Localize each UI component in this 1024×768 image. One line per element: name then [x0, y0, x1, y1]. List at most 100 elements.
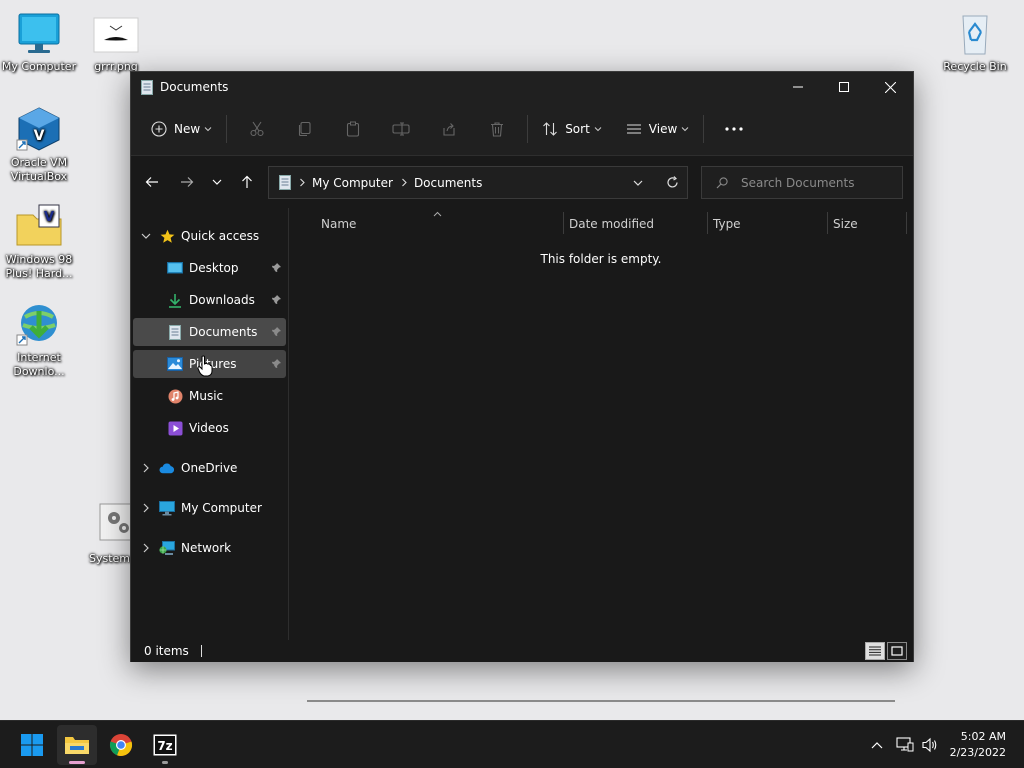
taskbar-app-file-explorer[interactable] [57, 725, 97, 765]
column-header-date-modified[interactable]: Date modified [569, 217, 654, 231]
column-divider[interactable] [827, 212, 828, 234]
pin-icon[interactable] [271, 262, 282, 276]
forward-button[interactable] [172, 167, 202, 197]
desktop-icon-my-computer[interactable]: My Computer [0, 10, 78, 74]
network-icon [159, 540, 175, 556]
arrow-right-icon [181, 177, 194, 187]
large-icons-view-button[interactable] [887, 642, 907, 660]
start-button[interactable] [12, 725, 52, 765]
desktop-icon-label: My Computer [1, 60, 77, 73]
plus-circle-icon [151, 120, 167, 137]
refresh-button[interactable] [657, 168, 687, 198]
chevron-right-icon[interactable] [139, 463, 153, 473]
sidebar-item-music[interactable]: Music [133, 382, 286, 410]
view-list-icon [626, 123, 641, 134]
sidebar-item-desktop[interactable]: Desktop [133, 254, 286, 282]
details-view-button[interactable] [865, 642, 885, 660]
desktop-icon-recycle-bin[interactable]: Recycle Bin [936, 10, 1014, 74]
column-header-name[interactable]: Name [321, 217, 356, 231]
empty-folder-message: This folder is empty. [540, 252, 662, 266]
sidebar-item-documents[interactable]: Documents [133, 318, 286, 346]
pin-icon[interactable] [271, 294, 282, 308]
desktop-icon-internet-download[interactable]: Internet Downlo... [0, 301, 78, 379]
search-input[interactable]: Search Documents [701, 166, 903, 199]
up-button[interactable] [232, 167, 262, 197]
ellipsis-icon [725, 126, 743, 131]
navigation-bar: My Computer Documents Search Documents [131, 156, 913, 208]
column-header-size[interactable]: Size [833, 217, 858, 231]
chrome-icon [109, 734, 133, 756]
sort-icon [543, 121, 558, 136]
sidebar-item-onedrive[interactable]: OneDrive [133, 454, 286, 482]
taskbar-app-7zip[interactable]: 7z [145, 725, 185, 765]
taskbar-app-chrome[interactable] [101, 725, 141, 765]
clock-date: 2/23/2022 [949, 746, 1006, 759]
taskbar-clock[interactable]: 5:02 AM 2/23/2022 [950, 729, 1006, 761]
paste-button[interactable] [329, 113, 377, 145]
breadcrumb-my-computer[interactable]: My Computer [312, 176, 393, 190]
chevron-down-icon [204, 126, 212, 131]
mouse-cursor [197, 355, 213, 380]
taskbar: 7z 5:02 AM 2/23/2022 [0, 720, 1024, 768]
close-button[interactable] [867, 72, 913, 102]
sidebar-item-my-computer[interactable]: My Computer [133, 494, 286, 522]
details-view-icon [869, 646, 881, 656]
recent-locations-button[interactable] [202, 167, 232, 197]
search-icon [716, 176, 728, 189]
maximize-icon [839, 82, 849, 92]
copy-button[interactable] [281, 113, 329, 145]
breadcrumb-documents[interactable]: Documents [414, 176, 482, 190]
pin-icon[interactable] [271, 326, 282, 340]
title-bar[interactable]: Documents [131, 72, 913, 102]
back-button[interactable] [137, 167, 167, 197]
share-button[interactable] [425, 113, 473, 145]
horizontal-scrollbar[interactable] [307, 700, 895, 702]
cut-button[interactable] [233, 113, 281, 145]
view-toggle [865, 642, 907, 660]
breadcrumb-separator-icon [401, 176, 408, 190]
file-list-pane[interactable]: Name Date modified Type Size This folder… [289, 208, 913, 702]
chevron-right-icon[interactable] [139, 503, 153, 513]
maximize-button[interactable] [821, 72, 867, 102]
desktop-icon-label: Recycle Bin [943, 60, 1007, 73]
sidebar-item-downloads[interactable]: Downloads [133, 286, 286, 314]
toolbar-divider [527, 114, 529, 143]
share-icon [443, 122, 455, 136]
rename-icon [392, 121, 410, 136]
desktop-folder-icon [167, 260, 183, 276]
sort-button[interactable]: Sort [542, 113, 602, 145]
sidebar-item-label: Network [181, 541, 232, 555]
large-icons-view-icon [891, 646, 903, 656]
column-divider[interactable] [563, 212, 564, 234]
address-bar[interactable]: My Computer Documents [268, 166, 688, 199]
column-header-type[interactable]: Type [713, 217, 741, 231]
new-button-label: New [174, 121, 201, 136]
delete-button[interactable] [473, 113, 521, 145]
rename-button[interactable] [377, 113, 425, 145]
view-button[interactable]: View [626, 113, 689, 145]
desktop-icon-virtualbox[interactable]: V Oracle VM VirtualBox [0, 106, 78, 184]
sidebar-item-quick-access[interactable]: Quick access [133, 222, 286, 250]
system-tray [862, 721, 946, 768]
chevron-down-icon [212, 179, 222, 185]
minimize-button[interactable] [775, 72, 821, 102]
new-button[interactable]: New [151, 113, 212, 145]
sidebar-item-network[interactable]: Network [133, 534, 286, 562]
sidebar-item-videos[interactable]: Videos [133, 414, 286, 442]
volume-button[interactable] [916, 730, 946, 760]
chevron-right-icon[interactable] [139, 543, 153, 553]
chevron-down-icon[interactable] [139, 232, 153, 240]
desktop-icon-windows98[interactable]: V Windows 98 Plus! Hard... [0, 203, 78, 281]
column-divider[interactable] [906, 212, 907, 234]
column-divider[interactable] [707, 212, 708, 234]
window-title: Documents [160, 80, 229, 94]
recycle-bin-icon [951, 10, 999, 58]
show-hidden-icons-button[interactable] [862, 730, 892, 760]
desktop-icon-label: Oracle VM VirtualBox [10, 156, 68, 183]
desktop-icon-grrr-png[interactable]: grrr.png [77, 10, 155, 74]
address-history-button[interactable] [623, 168, 653, 198]
pin-icon[interactable] [271, 358, 282, 372]
more-options-button[interactable] [710, 113, 758, 145]
chevron-down-icon [633, 180, 643, 186]
svg-text:V: V [34, 128, 45, 144]
